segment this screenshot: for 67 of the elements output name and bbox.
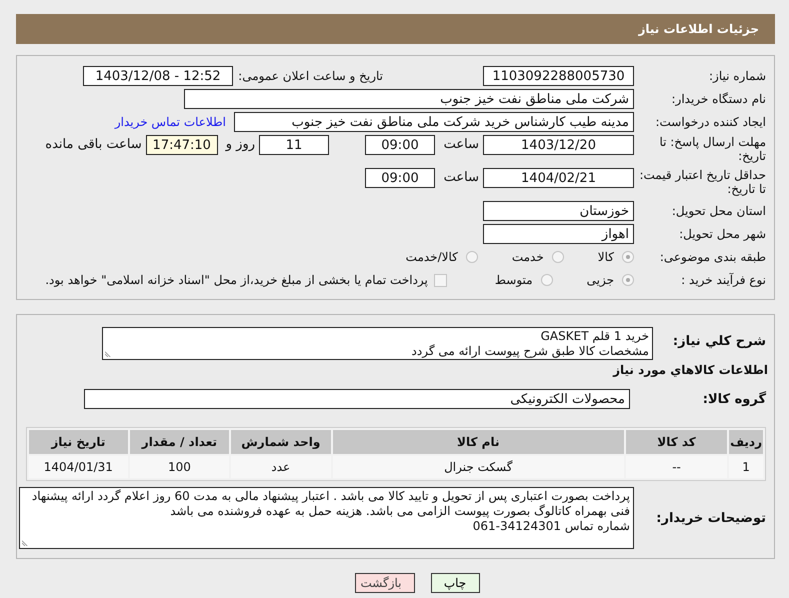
summary-text-area[interactable]: خرید 1 قلم GASKET مشخصات کالا طبق شرح پیوست ارائه می گردد [102, 327, 653, 360]
radio-label: جزیی [586, 273, 614, 287]
remaining-label: ساعت باقی مانده [45, 136, 142, 154]
radio-button[interactable] [466, 251, 478, 263]
checkbox[interactable] [434, 274, 447, 286]
field-label: نام دستگاه خریدار: [670, 92, 767, 106]
deadline-time-field: 09:00 [365, 135, 435, 155]
column-header: کد کالا [626, 430, 728, 454]
table-cell: 100 [130, 456, 230, 478]
table-cell: -- [626, 456, 728, 478]
column-header: ردیف [729, 430, 763, 454]
validity-time-field: 09:00 [365, 168, 435, 188]
radio-label: متوسط [494, 273, 533, 287]
checkbox-label: پرداخت تمام یا بخشی از مبلغ خرید،از محل "اسناد خزانه اسلامی" خواهد بود. [45, 273, 428, 287]
validity-date-field: 1404/02/21 [483, 168, 634, 188]
field-label: توضیحات خریدار: [655, 510, 767, 526]
radio-button[interactable] [622, 274, 634, 286]
time-label: ساعت [443, 136, 479, 154]
creator-field: مدینه طیب کارشناس خرید شرکت ملی مناطق نفت خیز جنوب [234, 112, 634, 132]
buyer-notes-text-area[interactable] [18, 487, 634, 549]
column-header: تعداد / مقدار [130, 430, 230, 454]
resize-grip-icon [22, 540, 28, 546]
radio-label: خدمت [512, 250, 544, 264]
days-field: 11 [259, 135, 329, 155]
time-label: ساعت [443, 169, 479, 187]
field-label: شهر محل تحویل: [678, 227, 767, 241]
table-cell: عدد [231, 456, 331, 478]
text-line: خرید 1 قلم GASKET [540, 329, 649, 344]
field-label: مهلت ارسال پاسخ: تا تاریخ: [658, 135, 767, 163]
days-label: روز و [226, 136, 255, 154]
radio-button[interactable] [622, 251, 634, 263]
text-line: پرداخت بصورت اعتباری پس از تحویل و تایید کالا می باشد . اعتبار پیشنهاد مالی به مدت 60 روز اعلام گردد ارائه پیشنهاد [32, 489, 630, 504]
text-line: فنی بهمراه کاتالوگ بصورت پیوست الزامی می باشد. هزینه حمل به عهده فروشنده می باشد [169, 504, 630, 519]
section-heading: اطلاعات كالاهاي مورد نياز [612, 363, 769, 377]
remaining-time-field: 17:47:10 [146, 135, 218, 155]
radio-label: کالا/خدمت [406, 250, 458, 264]
text-line: شماره تماس 34124301-061 [472, 519, 630, 534]
field-label: شماره نیاز: [708, 69, 767, 83]
table-cell: 1 [729, 456, 763, 478]
buyer-contact-link[interactable]: اطلاعات تماس خریدار [114, 115, 226, 129]
text-line: مشخصات کالا طبق شرح پیوست ارائه می گردد [410, 344, 649, 359]
table-cell: گسکت جنرال [332, 456, 624, 478]
radio-button[interactable] [540, 274, 553, 286]
print-button[interactable]: چاپ [430, 573, 480, 593]
buyer-field: شرکت ملی مناطق نفت خیز جنوب [184, 89, 634, 109]
radio-label: کالا [598, 250, 614, 264]
field-label: تاریخ و ساعت اعلان عمومی: [237, 69, 383, 83]
column-header: واحد شمارش [231, 430, 331, 454]
province-field: خوزستان [483, 201, 634, 221]
goods-group-field: محصولات الکترونیکی [84, 389, 630, 409]
field-label: طبقه بندی موضوعی: [658, 250, 767, 264]
deadline-date-field: 1403/12/20 [483, 135, 634, 155]
page-title: جزئیات اطلاعات نیاز [638, 22, 759, 36]
field-label: نوع فرآیند خرید : [680, 273, 767, 287]
need-number-field: 1103092288005730 [483, 66, 634, 86]
radio-button[interactable] [552, 251, 564, 263]
back-button[interactable]: بازگشت [354, 573, 414, 593]
column-header: نام کالا [332, 430, 624, 454]
field-label: ایجاد کننده درخواست: [654, 115, 767, 129]
field-label: استان محل تحویل: [670, 204, 767, 218]
resize-grip-icon [105, 351, 111, 357]
city-field: اهواز [483, 224, 634, 244]
field-label: حداقل تاریخ اعتبار قیمت: تا تاریخ: [638, 168, 767, 196]
column-header: تاریخ نیاز [29, 430, 128, 454]
field-label: گروه کالا: [702, 392, 767, 406]
table-cell: 1404/01/31 [29, 456, 128, 478]
announce-date-field: 1403/12/08 - 12:52 [83, 66, 233, 86]
